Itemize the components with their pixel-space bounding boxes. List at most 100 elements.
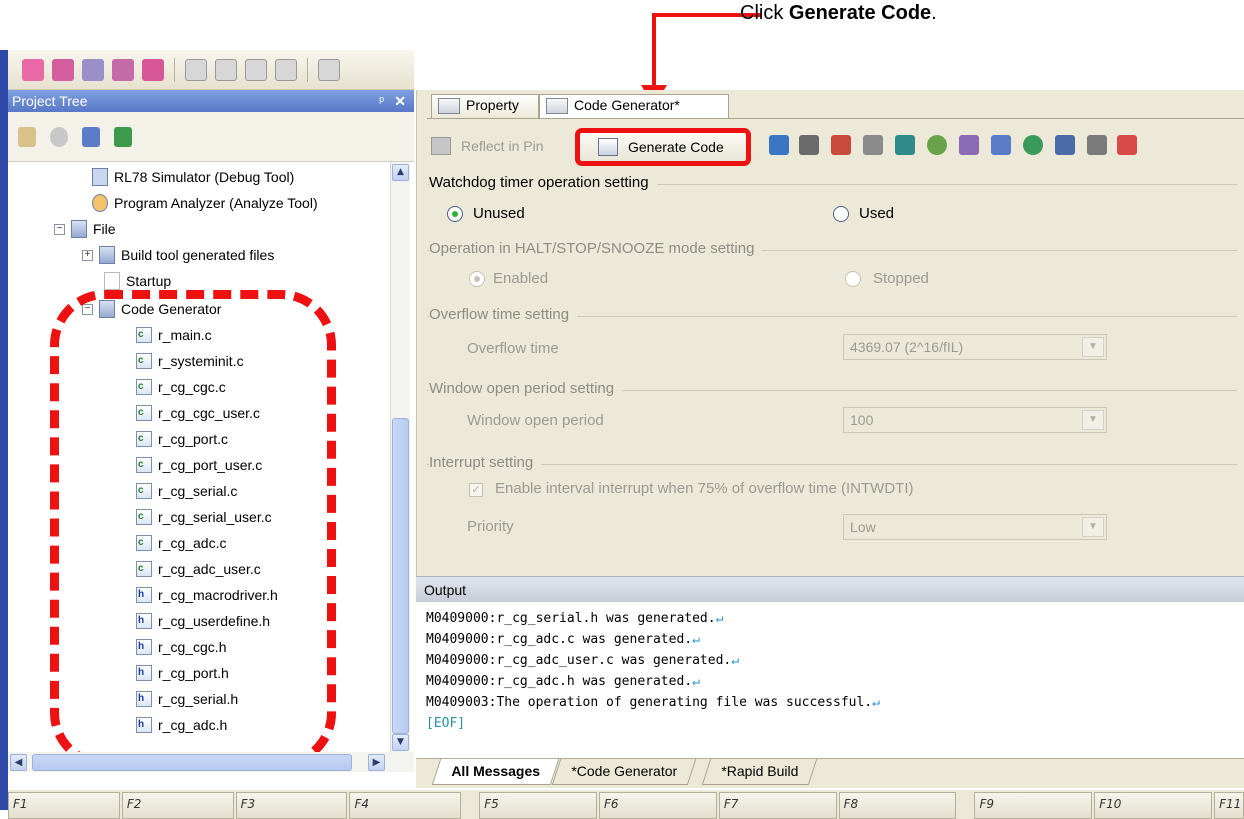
dma-icon[interactable] xyxy=(1087,135,1107,155)
f8-key[interactable]: F8 xyxy=(838,792,957,819)
enabled-radio[interactable] xyxy=(469,271,485,287)
tree-vertical-scrollbar[interactable]: ▲ ▼ xyxy=(390,162,410,752)
clock-generator-icon[interactable] xyxy=(769,135,789,155)
port-icon[interactable] xyxy=(799,135,819,155)
comparator-icon[interactable] xyxy=(959,135,979,155)
interval-interrupt-checkbox[interactable]: ✓ xyxy=(469,483,483,497)
unused-radio[interactable] xyxy=(447,206,463,222)
refresh-icon[interactable] xyxy=(114,126,132,147)
callout-arrow-stem xyxy=(652,13,656,89)
window-icon-5[interactable] xyxy=(318,58,340,81)
toolbar-icon-3[interactable] xyxy=(82,58,104,81)
toolbar-icon-1[interactable] xyxy=(22,58,44,81)
tree-item-startup[interactable]: Startup xyxy=(104,270,171,292)
toolbar-icon-4[interactable] xyxy=(112,58,134,81)
used-label: Used xyxy=(859,205,895,222)
tree-item-analyzer[interactable]: Program Analyzer (Analyze Tool) xyxy=(92,192,318,214)
scroll-up-icon[interactable]: ▲ xyxy=(392,164,409,181)
close-icon[interactable]: ✕ xyxy=(394,90,406,112)
interval-interrupt-label: Enable interval interrupt when 75% of ov… xyxy=(495,480,914,497)
used-radio[interactable] xyxy=(833,206,849,222)
window-icon-4[interactable] xyxy=(275,58,297,81)
f9-key[interactable]: F9 xyxy=(974,792,1093,819)
window-icon-1[interactable] xyxy=(185,58,207,81)
speaker-icon[interactable] xyxy=(1055,135,1075,155)
f1-key[interactable]: F1 xyxy=(8,792,120,819)
toolbar-separator xyxy=(307,57,308,82)
startup-icon xyxy=(104,272,120,290)
folder-icon xyxy=(99,246,115,264)
group-title-halt: Operation in HALT/STOP/SNOOZE mode setti… xyxy=(429,240,763,257)
tab-property[interactable]: Property xyxy=(431,94,539,118)
window-open-period-select[interactable]: 100 ▼ xyxy=(843,407,1107,433)
toolbar-separator xyxy=(174,57,175,82)
tab-code-generator-output[interactable]: *Code Generator xyxy=(551,759,697,785)
stopped-label: Stopped xyxy=(873,270,929,287)
code-generator-toolbar: Reflect in Pin Generate Code xyxy=(427,126,1244,166)
generate-code-button[interactable]: Generate Code xyxy=(575,128,751,166)
return-icon: ↵ xyxy=(872,695,880,710)
tab-all-messages[interactable]: All Messages xyxy=(431,759,559,785)
priority-select[interactable]: Low ▼ xyxy=(843,514,1107,540)
window-icon-3[interactable] xyxy=(245,58,267,81)
key-gap xyxy=(463,792,477,819)
group-title-interrupt: Interrupt setting xyxy=(429,454,542,471)
tab-code-generator[interactable]: Code Generator* xyxy=(539,94,729,118)
debug-tool-icon xyxy=(92,168,108,186)
tree-horizontal-scrollbar[interactable]: ◀ ▶ xyxy=(8,752,414,772)
stopped-radio[interactable] xyxy=(845,271,861,287)
tree-item-build-files[interactable]: + Build tool generated files xyxy=(82,244,274,266)
scroll-right-icon[interactable]: ▶ xyxy=(368,754,385,771)
toolbar-icon-5[interactable] xyxy=(142,58,164,81)
window-icon-2[interactable] xyxy=(215,58,237,81)
project-tree-title: Project Tree xyxy=(12,93,88,109)
collapse-icon[interactable]: − xyxy=(54,223,65,235)
clock-icon[interactable] xyxy=(50,126,68,147)
output-tabs: All Messages *Code Generator *Rapid Buil… xyxy=(416,758,1244,788)
chevron-down-icon[interactable]: ▼ xyxy=(1082,337,1104,357)
f3-key[interactable]: F3 xyxy=(235,792,348,819)
pin-icon[interactable]: ᵖ xyxy=(379,90,384,112)
scroll-thumb[interactable] xyxy=(32,754,352,771)
tree-item-simulator[interactable]: RL78 Simulator (Debug Tool) xyxy=(92,166,294,188)
scroll-left-icon[interactable]: ◀ xyxy=(10,754,27,771)
code-generator-panel: Property Code Generator* Reflect in Pin … xyxy=(416,90,1244,576)
battery-icon[interactable] xyxy=(1117,135,1137,155)
f7-key[interactable]: F7 xyxy=(718,792,837,819)
f6-key[interactable]: F6 xyxy=(599,792,717,819)
reflect-in-pin-button[interactable]: Reflect in Pin xyxy=(427,134,543,158)
return-icon: ↵ xyxy=(731,653,740,668)
output-log[interactable]: M0409000:r_cg_serial.h was generated.↵ M… xyxy=(416,602,1244,758)
f10-key[interactable]: F10 xyxy=(1094,792,1213,819)
f2-key[interactable]: F2 xyxy=(121,792,234,819)
return-icon: ↵ xyxy=(692,632,700,647)
adc-icon[interactable] xyxy=(895,135,915,155)
scroll-down-icon[interactable]: ▼ xyxy=(392,734,409,751)
project-tree-header: Project Tree ᵖ ✕ xyxy=(8,90,414,112)
chevron-down-icon[interactable]: ▼ xyxy=(1082,410,1104,430)
output-header: Output xyxy=(416,576,1244,602)
f4-key[interactable]: F4 xyxy=(349,792,462,819)
f11-key[interactable]: F11 xyxy=(1214,792,1244,819)
main-toolbar xyxy=(8,50,414,90)
watchdog-icon[interactable] xyxy=(927,135,947,155)
analyze-tool-icon xyxy=(92,194,108,212)
serial-icon[interactable] xyxy=(863,135,883,155)
generate-code-icon xyxy=(598,138,618,156)
interrupt-icon[interactable] xyxy=(831,135,851,155)
toolbar-icon-2[interactable] xyxy=(52,58,74,81)
tree-item-file[interactable]: − File xyxy=(54,218,116,240)
tab-rapid-build[interactable]: *Rapid Build xyxy=(701,759,818,785)
timer-icon[interactable] xyxy=(991,135,1011,155)
return-icon: ↵ xyxy=(715,611,724,626)
chevron-down-icon[interactable]: ▼ xyxy=(1082,517,1104,537)
overflow-time-select[interactable]: 4369.07 (2^16/fIL) ▼ xyxy=(843,334,1107,360)
log-line: M0409000:r_cg_serial.h was generated.↵ xyxy=(426,611,724,626)
key-gap xyxy=(958,792,972,819)
user-icon[interactable] xyxy=(82,126,100,147)
scroll-thumb[interactable] xyxy=(392,418,409,734)
expand-icon[interactable]: + xyxy=(82,249,93,261)
sort-icon[interactable] xyxy=(18,126,36,147)
f5-key[interactable]: F5 xyxy=(479,792,598,819)
rtc-icon[interactable] xyxy=(1023,135,1043,155)
